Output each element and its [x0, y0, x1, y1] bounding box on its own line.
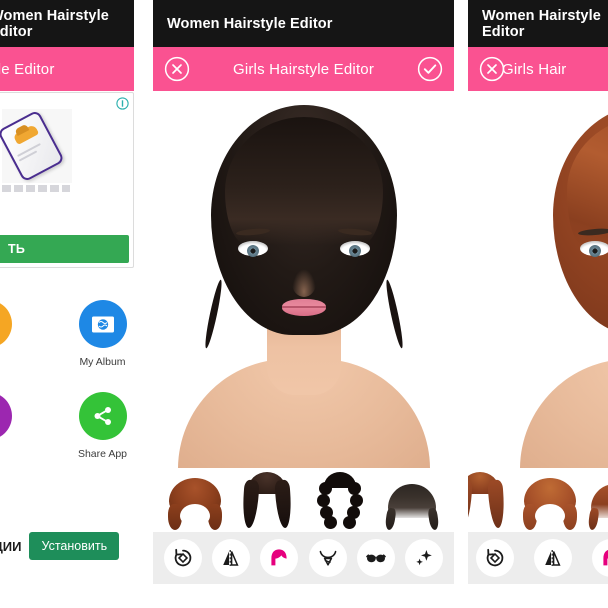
hairstyle-thumb-auburn-long[interactable]	[468, 472, 511, 530]
flip-tool-button[interactable]	[534, 539, 572, 577]
ad-card[interactable]: ТЬ	[0, 92, 134, 268]
menu-item-0[interactable]	[0, 300, 39, 368]
hairstyle-thumb-auburn-partial[interactable]	[587, 472, 608, 531]
editor-toolbar-right	[468, 532, 608, 584]
app-panel-left: Women Hairstyle Editor yle Editor ТЬ	[0, 0, 134, 608]
action-bar-title-right: Girls Hair	[502, 60, 567, 78]
menu-grid: My Album s	[0, 300, 134, 484]
hairstyle-thumb-auburn-bob[interactable]	[522, 472, 577, 530]
ad-caption-text	[2, 185, 70, 192]
app-panel-right: Women Hairstyle Editor Girls Hair	[468, 0, 608, 608]
hairstyle-thumbnail-list	[153, 468, 454, 532]
status-bar-right: Women Hairstyle Editor	[468, 0, 608, 47]
app-title-middle: Women Hairstyle Editor	[167, 15, 333, 32]
model-photo-right	[520, 91, 608, 468]
action-bar-right: Girls Hair	[468, 47, 608, 91]
action-bar-title-left: yle Editor	[0, 60, 55, 78]
rotate-tool-button[interactable]	[164, 539, 203, 577]
effects-tool-button[interactable]	[404, 539, 443, 577]
rotate-tool-button[interactable]	[476, 539, 514, 577]
app-title-right: Women Hairstyle Editor	[482, 7, 601, 40]
menu-item-label: My Album	[79, 356, 126, 368]
install-banner: ТИЦИИ Установить	[0, 532, 134, 560]
action-bar-left: yle Editor	[0, 47, 134, 91]
photo-canvas[interactable]	[153, 91, 454, 468]
flip-tool-button[interactable]	[212, 539, 251, 577]
editor-toolbar-middle	[153, 532, 454, 584]
hairstyle-thumb-auburn-bob[interactable]	[166, 472, 224, 530]
info-icon[interactable]	[116, 97, 129, 110]
status-bar-middle: Women Hairstyle Editor	[153, 0, 454, 47]
partial-circle-icon[interactable]	[0, 392, 12, 440]
photo-canvas-right[interactable]	[468, 91, 608, 468]
photo-album-icon[interactable]	[78, 300, 127, 348]
status-bar-left: Women Hairstyle Editor	[0, 0, 134, 47]
hairstyle-tool-button[interactable]	[260, 539, 299, 577]
circle-check-icon[interactable]	[417, 56, 443, 82]
action-bar-middle: Girls Hairstyle Editor	[153, 47, 454, 91]
menu-item-share-app[interactable]: Share App	[71, 392, 134, 460]
model-photo	[177, 91, 430, 468]
menu-item-label: Share App	[77, 448, 128, 460]
circle-close-icon[interactable]	[479, 56, 505, 82]
hairstyle-thumb-black-curly[interactable]	[311, 472, 369, 530]
sunglasses-tool-button[interactable]	[356, 539, 395, 577]
app-title-left: Women Hairstyle Editor	[0, 7, 109, 40]
hairstyle-thumbnail-list-right	[468, 468, 608, 532]
hairstyle-thumb-dark-long-wavy[interactable]	[238, 472, 296, 530]
ad-image	[0, 109, 72, 183]
necklace-tool-button[interactable]	[308, 539, 347, 577]
install-banner-text: ТИЦИИ	[0, 538, 22, 554]
partial-circle-icon[interactable]	[0, 300, 12, 348]
hairstyle-thumb-dark-bangs[interactable]	[383, 472, 441, 531]
menu-row: s Share App	[0, 392, 134, 460]
circle-close-icon[interactable]	[164, 56, 190, 82]
menu-item-2[interactable]: s	[0, 392, 39, 460]
screenshot-collage: Women Hairstyle Editor yle Editor ТЬ	[0, 0, 608, 608]
share-icon[interactable]	[78, 392, 127, 440]
action-bar-title-middle: Girls Hairstyle Editor	[232, 60, 375, 78]
hairstyle-tool-button[interactable]	[592, 539, 608, 577]
install-button[interactable]: Установить	[29, 532, 120, 560]
ad-cta-button[interactable]: ТЬ	[0, 235, 129, 263]
app-panel-middle: Women Hairstyle Editor Girls Hairstyle E…	[153, 0, 454, 608]
menu-row: My Album	[0, 300, 134, 368]
menu-item-my-album[interactable]: My Album	[71, 300, 134, 368]
